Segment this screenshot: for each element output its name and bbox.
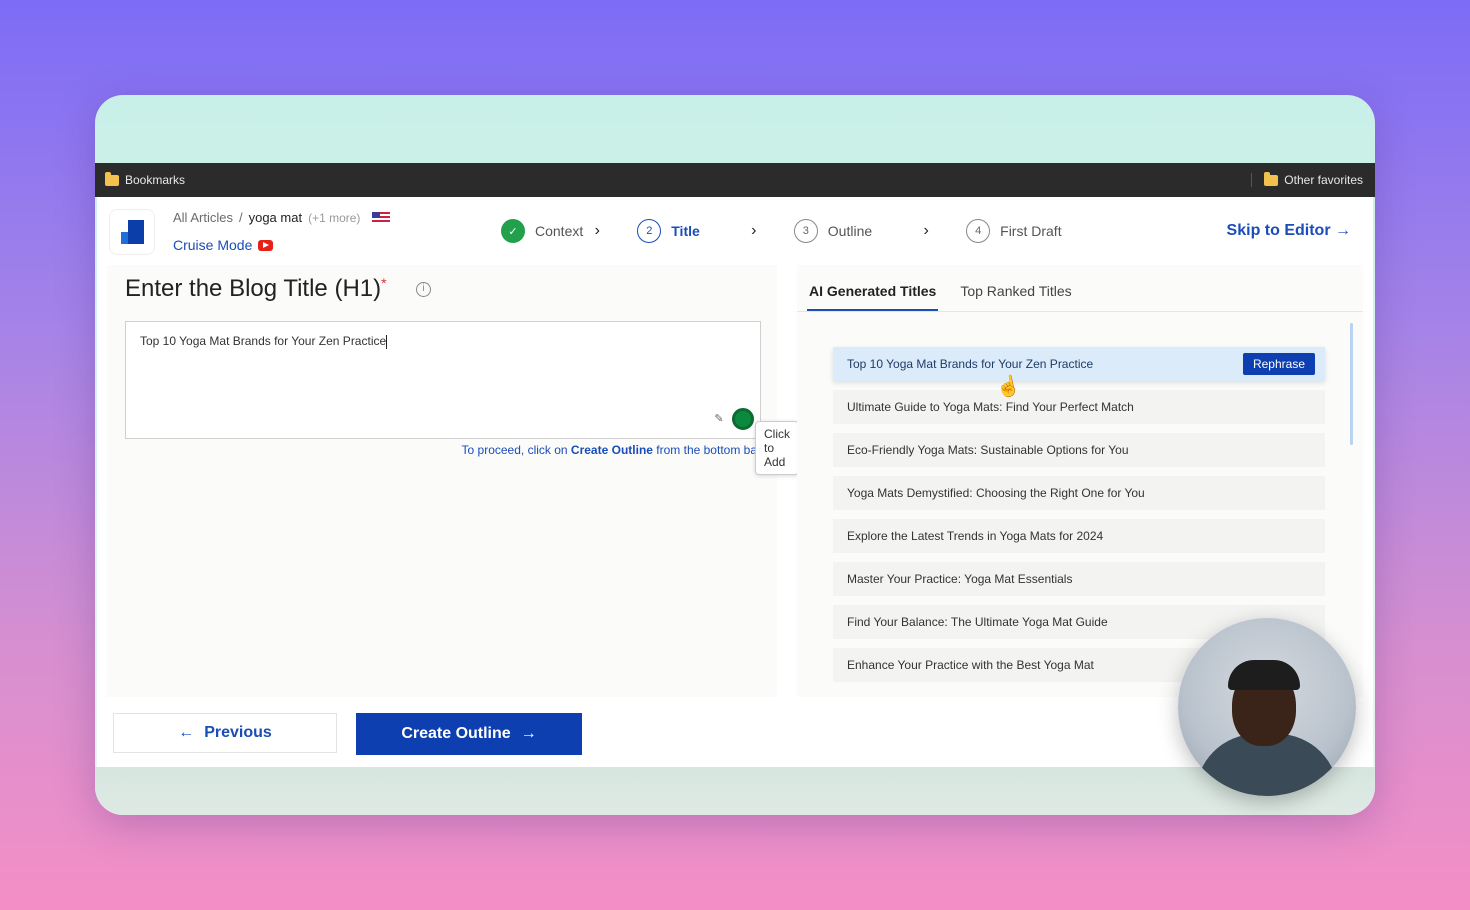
bookmarks-bar: Bookmarks Other favorites [95, 163, 1375, 197]
step-first-draft[interactable]: 4 First Draft [966, 219, 1062, 243]
title-suggestion-item[interactable]: Yoga Mats Demystified: Choosing the Righ… [833, 476, 1325, 510]
title-suggestion-item[interactable]: Eco-Friendly Yoga Mats: Sustainable Opti… [833, 433, 1325, 467]
step-label: Title [671, 223, 700, 239]
step-label: First Draft [1000, 223, 1062, 239]
suggestion-text: Explore the Latest Trends in Yoga Mats f… [847, 529, 1104, 543]
suggestion-text: Yoga Mats Demystified: Choosing the Righ… [847, 486, 1145, 500]
presenter-cap [1228, 660, 1300, 690]
text-caret [386, 334, 388, 349]
breadcrumb-current: yoga mat [248, 210, 303, 225]
info-icon[interactable]: i [416, 282, 431, 297]
page-title: Enter the Blog Title (H1)* [125, 275, 387, 303]
blog-title-textarea[interactable]: Top 10 Yoga Mat Brands for Your Zen Prac… [125, 321, 761, 439]
chevron-right-icon: › [923, 222, 929, 239]
previous-label: Previous [204, 724, 272, 741]
step-number: 3 [793, 219, 818, 243]
hint-prefix: To proceed, click on [461, 443, 571, 457]
tab-ai-generated-titles[interactable]: AI Generated Titles [807, 283, 939, 312]
create-outline-button[interactable]: Create Outline → [356, 713, 582, 755]
hint-suffix: from the bottom bar [652, 443, 761, 457]
title-suggestion-item[interactable]: Master Your Practice: Yoga Mat Essential… [833, 562, 1325, 596]
step-title[interactable]: 2 Title [637, 219, 700, 243]
app-logo[interactable] [109, 209, 155, 255]
pencil-icon[interactable]: ✎ [712, 412, 726, 426]
folder-icon [1264, 171, 1279, 186]
youtube-icon [258, 239, 274, 251]
breadcrumb-separator: / [238, 210, 243, 225]
rephrase-button[interactable]: Rephrase [1242, 353, 1315, 375]
cruise-mode-label: Cruise Mode [173, 237, 253, 253]
chevron-right-icon: › [751, 222, 757, 239]
skip-to-editor-link[interactable]: Skip to Editor → [1227, 222, 1351, 240]
suggestion-text: Master Your Practice: Yoga Mat Essential… [847, 572, 1073, 586]
step-label: Context [535, 223, 584, 239]
cruise-mode-link[interactable]: Cruise Mode [173, 237, 274, 253]
suggestion-text: Find Your Balance: The Ultimate Yoga Mat… [847, 615, 1108, 629]
step-context[interactable]: ✓ Context [501, 219, 583, 243]
step-number: 2 [637, 219, 662, 243]
heading-text: Enter the Blog Title (H1) [125, 275, 382, 302]
check-icon: ✓ [501, 219, 525, 243]
tab-top-ranked-titles[interactable]: Top Ranked Titles [960, 283, 1071, 312]
us-flag-icon [372, 211, 391, 224]
breadcrumb: All Articles / yoga mat (+1 more) [173, 210, 391, 225]
title-input-panel: Enter the Blog Title (H1)* i Top 10 Yoga… [107, 265, 799, 697]
bookmarks-folder[interactable]: Bookmarks [105, 171, 186, 187]
required-mark: * [381, 275, 387, 291]
breadcrumb-all-articles[interactable]: All Articles [173, 210, 233, 225]
step-number: 4 [966, 219, 991, 243]
proceed-hint: To proceed, click on Create Outline from… [462, 443, 761, 457]
suggestion-text: Enhance Your Practice with the Best Yoga… [847, 658, 1094, 672]
suggestion-text: Ultimate Guide to Yoga Mats: Find Your P… [847, 400, 1134, 414]
chevron-right-icon: › [594, 222, 600, 239]
title-suggestion-item[interactable]: Explore the Latest Trends in Yoga Mats f… [833, 519, 1325, 553]
suggestion-tabs: AI Generated Titles Top Ranked Titles [807, 283, 1072, 312]
step-outline[interactable]: 3 Outline [793, 219, 873, 243]
title-text: Top 10 Yoga Mat Brands for Your Zen Prac… [140, 334, 387, 348]
suggestion-text: Eco-Friendly Yoga Mats: Sustainable Opti… [847, 443, 1129, 457]
previous-button[interactable]: ← Previous [113, 713, 337, 753]
title-suggestion-item[interactable]: Ultimate Guide to Yoga Mats: Find Your P… [833, 390, 1325, 424]
webcam-overlay [1178, 618, 1356, 796]
hint-link[interactable]: Create Outline [571, 443, 653, 457]
tab-divider [797, 311, 1363, 312]
breadcrumb-more[interactable]: (+1 more) [308, 211, 360, 225]
step-label: Outline [827, 223, 873, 239]
suggestion-text: Top 10 Yoga Mat Brands for Your Zen Prac… [847, 357, 1094, 371]
other-favorites-label: Other favorites [1284, 173, 1363, 187]
window-bottom-strip [95, 767, 1375, 815]
progress-stepper: ✓ Context › 2 Title › 3 Outline › 4 Firs… [501, 219, 1062, 243]
bookmarks-label: Bookmarks [125, 173, 186, 187]
pointer-hand-icon: ☝ [994, 373, 1023, 400]
title-suggestion-item[interactable]: Top 10 Yoga Mat Brands for Your Zen Prac… [833, 347, 1325, 381]
other-favorites-folder[interactable]: Other favorites [1251, 171, 1363, 187]
create-outline-label: Create Outline [401, 725, 511, 742]
arrow-right-icon: → [520, 725, 537, 742]
folder-icon [105, 171, 119, 186]
scrollbar[interactable] [1350, 323, 1353, 445]
click-to-add-tooltip: Click to Add [755, 421, 799, 475]
grammar-checker-icon[interactable] [732, 408, 754, 430]
arrow-left-icon: ← [178, 724, 195, 741]
